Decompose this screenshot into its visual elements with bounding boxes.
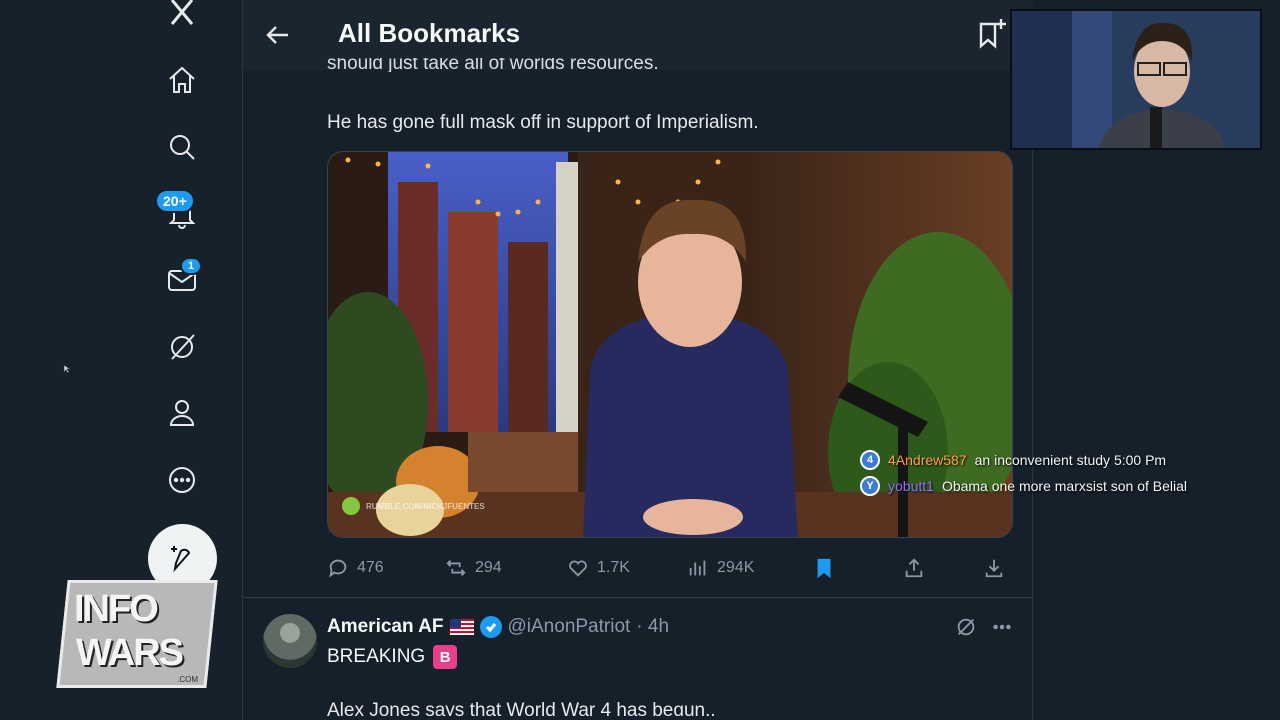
download-button[interactable] — [983, 552, 1005, 584]
compose-feather-icon — [170, 545, 190, 572]
chat-user-badge-icon: 4 — [860, 450, 880, 470]
logo-text-line1: INFO — [74, 588, 159, 630]
retweet-button[interactable]: 294 — [445, 552, 502, 584]
avatar[interactable] — [263, 614, 317, 668]
more-icon[interactable] — [160, 458, 204, 502]
b-badge-icon: B — [433, 645, 458, 669]
page-title: All Bookmarks — [338, 18, 521, 48]
tweet-text: He has gone full mask off in support of … — [327, 112, 759, 133]
heart-icon — [569, 560, 587, 577]
author-handle[interactable]: @iAnonPatriot — [508, 616, 631, 638]
chat-message: 4 4Andrew587 an inconvenient study 5:00 … — [860, 447, 1187, 473]
like-button[interactable]: 1.7K — [567, 552, 630, 584]
verified-badge-icon — [479, 616, 502, 638]
tweet-body: Alex Jones says that World War 4 has beg… — [327, 700, 716, 716]
chat-username: yobutt1 — [888, 478, 934, 494]
profile-icon[interactable] — [160, 391, 204, 435]
rumble-logo-icon — [342, 497, 360, 515]
tweet-divider — [243, 597, 1033, 598]
grok-icon[interactable] — [160, 325, 204, 369]
main-timeline: All Bookmarks should just take all of wo… — [243, 0, 1033, 720]
share-button[interactable] — [903, 552, 925, 584]
tweet-actions: 476 294 1.7K 294K — [327, 552, 1017, 584]
chat-username: 4Andrew587 — [888, 452, 967, 468]
chat-user-badge-icon: Y — [860, 476, 880, 496]
tweet-headline: BREAKING B — [327, 645, 458, 669]
infowars-logo: INFO WARS .COM — [56, 580, 218, 688]
add-folder-button[interactable] — [975, 16, 1009, 50]
webcam-feed — [1012, 11, 1260, 148]
author-name[interactable]: American AF — [327, 616, 444, 638]
analytics-icon — [689, 560, 706, 576]
retweet-icon — [446, 560, 466, 576]
search-icon[interactable] — [160, 125, 204, 169]
arrow-left-icon — [266, 26, 288, 44]
views-button[interactable]: 294K — [687, 552, 754, 584]
us-flag-icon — [449, 619, 474, 635]
chat-text: an inconvenient study 5:00 Pm — [974, 452, 1167, 468]
video-watermark: RUMBLE.COM/NICKJFUENTES — [342, 497, 485, 515]
messages-badge: 1 — [180, 257, 203, 275]
bookmark-filled-icon — [817, 558, 831, 579]
webcam-overlay — [1010, 9, 1262, 150]
x-logo-icon[interactable] — [160, 0, 204, 34]
tweet-text-partial: should just take all of worlds resources… — [327, 58, 659, 72]
notifications-badge: 20+ — [155, 189, 195, 213]
logo-text-line2: WARS — [76, 632, 184, 674]
chat-message: Y yobutt1 Obama one more marxsist son of… — [860, 473, 1187, 499]
chat-text: Obama one more marxsist son of Belial — [941, 478, 1188, 494]
grok-icon[interactable] — [955, 616, 977, 638]
tweet-time[interactable]: · 4h — [636, 616, 669, 638]
bookmark-button[interactable] — [813, 552, 835, 584]
reply-icon — [329, 559, 347, 578]
back-button[interactable] — [261, 18, 295, 52]
bookmark-plus-icon — [979, 19, 1006, 49]
share-icon — [905, 558, 923, 578]
mouse-cursor-icon — [63, 364, 71, 374]
tweet-row-actions — [955, 616, 1013, 638]
more-options-icon[interactable] — [991, 616, 1013, 638]
logo-text-suffix: .COM — [177, 675, 198, 684]
tweet-author-row: American AF @iAnonPatriot · 4h — [327, 616, 669, 638]
reply-button[interactable]: 476 — [327, 552, 384, 584]
stream-chat-overlay: 4 4Andrew587 an inconvenient study 5:00 … — [860, 447, 1187, 499]
home-icon[interactable] — [160, 58, 204, 102]
download-icon — [985, 559, 1003, 578]
